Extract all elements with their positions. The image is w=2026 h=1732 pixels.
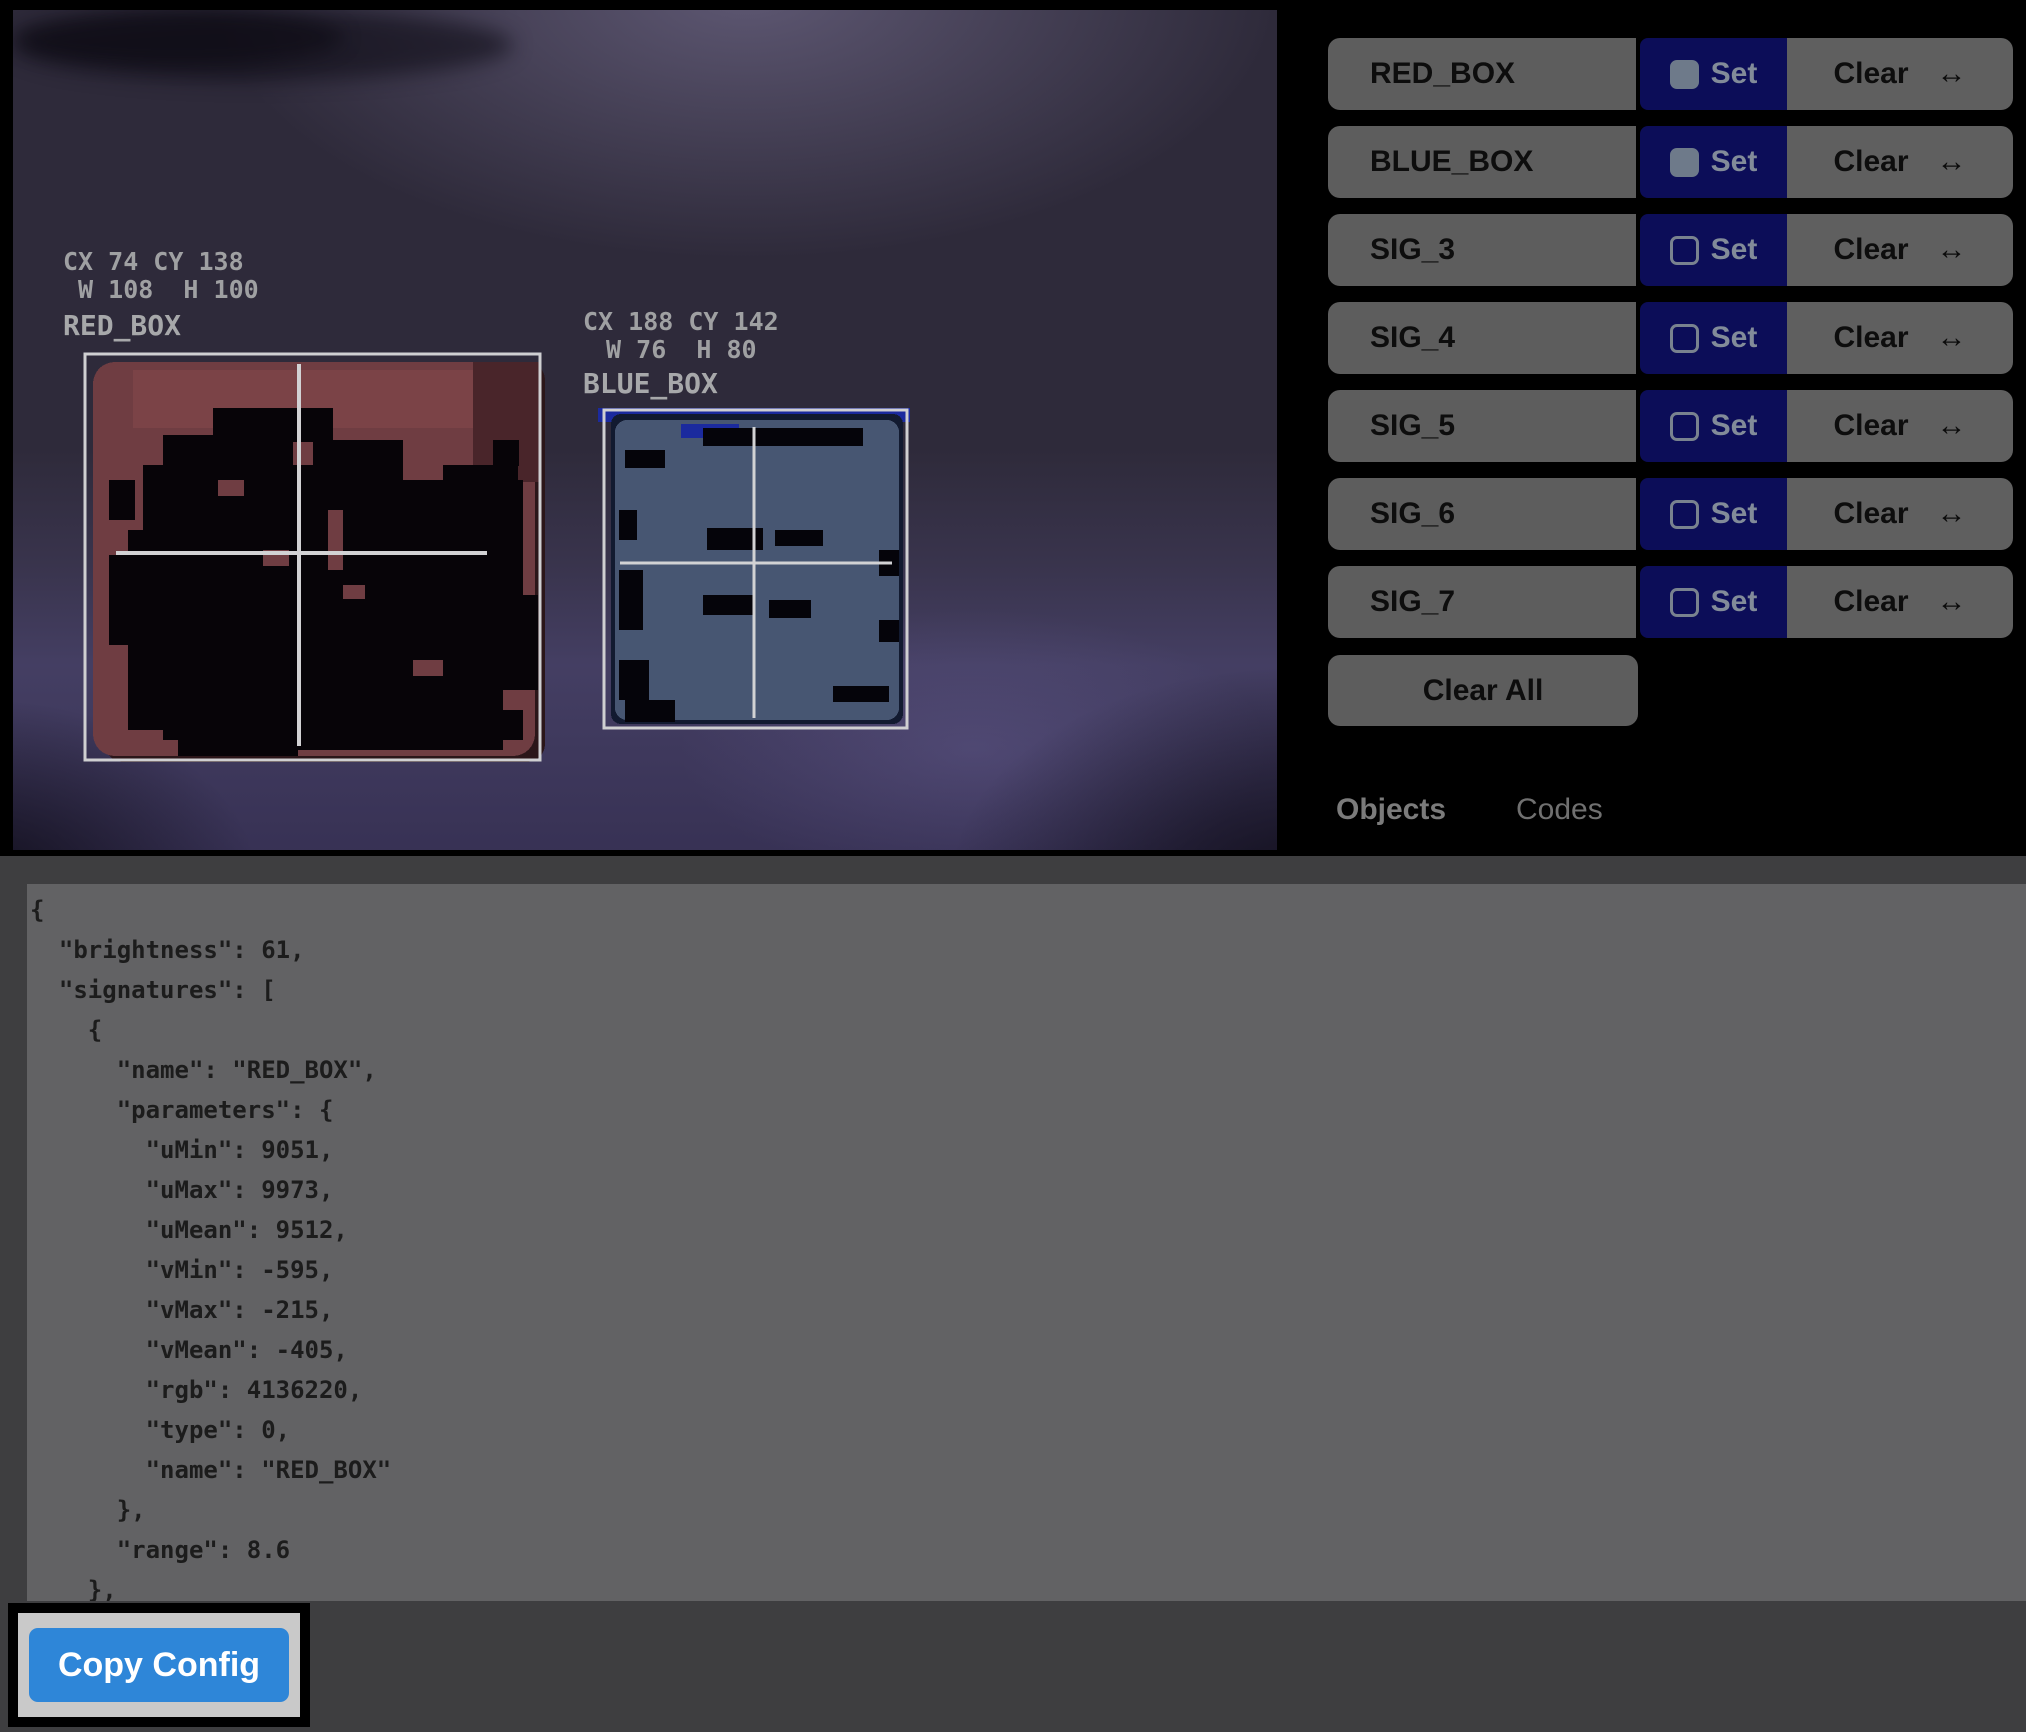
set-button[interactable]: Set <box>1640 214 1787 286</box>
signature-name-button[interactable]: BLUE_BOX <box>1328 126 1636 198</box>
set-label: Set <box>1711 585 1758 619</box>
set-button[interactable]: Set <box>1640 566 1787 638</box>
clear-label: Clear <box>1833 409 1908 443</box>
set-button[interactable]: Set <box>1640 302 1787 374</box>
set-label: Set <box>1711 497 1758 531</box>
clear-button[interactable]: Clear ↔ <box>1787 38 2013 110</box>
bottom-section: { "brightness": 61, "signatures": [ { "n… <box>0 856 2026 1732</box>
clear-label: Clear <box>1833 497 1908 531</box>
swap-arrow-icon: ↔ <box>1937 145 1967 179</box>
set-label: Set <box>1711 321 1758 355</box>
app-root: CX 74 CY 138 W 108 H 100 RED_BOX CX 188 … <box>0 0 2026 1732</box>
set-label: Set <box>1711 145 1758 179</box>
set-label: Set <box>1711 409 1758 443</box>
tab-objects[interactable]: Objects <box>1330 792 1452 828</box>
swap-arrow-icon: ↔ <box>1937 321 1967 355</box>
signature-name-button[interactable]: SIG_4 <box>1328 302 1636 374</box>
signature-row: SIG_5 Set Clear ↔ <box>1328 390 2013 462</box>
signature-row: RED_BOX Set Clear ↔ <box>1328 38 2013 110</box>
config-json-text: { "brightness": 61, "signatures": [ { "n… <box>27 884 2026 1601</box>
clear-button[interactable]: Clear ↔ <box>1787 566 2013 638</box>
set-label: Set <box>1711 233 1758 267</box>
clear-button[interactable]: Clear ↔ <box>1787 126 2013 198</box>
swap-arrow-icon: ↔ <box>1937 497 1967 531</box>
set-button[interactable]: Set <box>1640 126 1787 198</box>
red-box-name-label: RED_BOX <box>63 312 181 339</box>
checkbox-icon <box>1670 236 1699 265</box>
clear-button[interactable]: Clear ↔ <box>1787 214 2013 286</box>
signature-name-button[interactable]: SIG_7 <box>1328 566 1636 638</box>
checkbox-icon <box>1670 588 1699 617</box>
swap-arrow-icon: ↔ <box>1937 57 1967 91</box>
checkbox-icon <box>1670 500 1699 529</box>
clear-button[interactable]: Clear ↔ <box>1787 478 2013 550</box>
copy-config-button[interactable]: Copy Config <box>29 1628 289 1702</box>
swap-arrow-icon: ↔ <box>1937 233 1967 267</box>
swap-arrow-icon: ↔ <box>1937 585 1967 619</box>
signature-row: BLUE_BOX Set Clear ↔ <box>1328 126 2013 198</box>
signature-row: SIG_3 Set Clear ↔ <box>1328 214 2013 286</box>
clear-label: Clear <box>1833 321 1908 355</box>
set-button[interactable]: Set <box>1640 478 1787 550</box>
signature-name-button[interactable]: SIG_5 <box>1328 390 1636 462</box>
red-box-stats-line2: W 108 H 100 <box>63 276 259 303</box>
blue-box-stats-line1: CX 188 CY 142 <box>583 308 779 335</box>
clear-button[interactable]: Clear ↔ <box>1787 302 2013 374</box>
checkbox-icon <box>1670 412 1699 441</box>
signature-name-button[interactable]: SIG_3 <box>1328 214 1636 286</box>
clear-all-button[interactable]: Clear All <box>1328 655 1638 726</box>
config-json-panel[interactable]: { "brightness": 61, "signatures": [ { "n… <box>27 884 2026 1601</box>
signature-row: SIG_7 Set Clear ↔ <box>1328 566 2013 638</box>
clear-label: Clear <box>1833 585 1908 619</box>
signature-name-button[interactable]: RED_BOX <box>1328 38 1636 110</box>
checkbox-icon <box>1670 324 1699 353</box>
set-button[interactable]: Set <box>1640 390 1787 462</box>
signature-mask-overlay <box>13 10 1277 850</box>
clear-label: Clear <box>1833 145 1908 179</box>
signature-row: SIG_4 Set Clear ↔ <box>1328 302 2013 374</box>
checkbox-icon <box>1670 148 1699 177</box>
clear-label: Clear <box>1833 233 1908 267</box>
signature-panel: RED_BOX Set Clear ↔ BLUE_BOX Set Clear ↔ S… <box>1277 0 2026 856</box>
clear-button[interactable]: Clear ↔ <box>1787 390 2013 462</box>
set-button[interactable]: Set <box>1640 38 1787 110</box>
blue-box-stats-line2: W 76 H 80 <box>591 336 757 363</box>
checkbox-icon <box>1670 60 1699 89</box>
clear-label: Clear <box>1833 57 1908 91</box>
signature-row: SIG_6 Set Clear ↔ <box>1328 478 2013 550</box>
set-label: Set <box>1711 57 1758 91</box>
signature-name-button[interactable]: SIG_6 <box>1328 478 1636 550</box>
red-box-stats-line1: CX 74 CY 138 <box>63 248 244 275</box>
blue-box-name-label: BLUE_BOX <box>583 370 718 397</box>
camera-view: CX 74 CY 138 W 108 H 100 RED_BOX CX 188 … <box>13 10 1277 850</box>
copy-config-highlight: Copy Config <box>8 1603 310 1727</box>
swap-arrow-icon: ↔ <box>1937 409 1967 443</box>
tab-codes[interactable]: Codes <box>1510 792 1609 828</box>
